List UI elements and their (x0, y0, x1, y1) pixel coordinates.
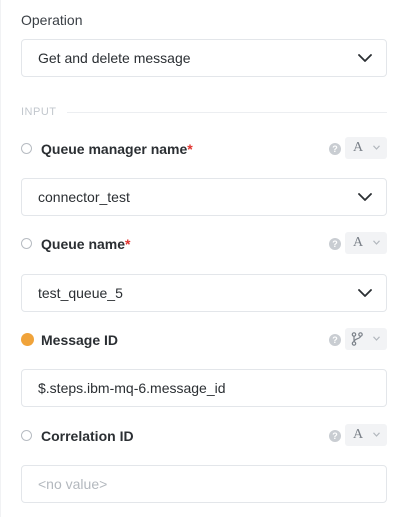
branch-icon (351, 332, 363, 346)
correlation-id-radio[interactable] (21, 430, 32, 441)
queue-name-select[interactable]: test_queue_5 (21, 274, 387, 312)
text-type-icon: A (353, 140, 364, 155)
queue-manager-radio[interactable] (21, 143, 32, 154)
required-asterisk: * (125, 236, 131, 252)
operation-label: Operation (21, 12, 83, 28)
queue-manager-type-selector[interactable]: A (345, 137, 387, 159)
text-type-icon: A (353, 235, 364, 250)
message-id-radio[interactable] (21, 333, 34, 346)
message-id-value: $.steps.ibm-mq-6.message_id (38, 380, 226, 396)
chevron-down-icon (358, 54, 372, 62)
required-asterisk: * (187, 141, 193, 157)
question-circle-icon[interactable]: ? (329, 143, 341, 155)
message-id-label: Message ID (41, 332, 119, 348)
queue-name-radio[interactable] (21, 238, 32, 249)
correlation-id-type-selector[interactable]: A (345, 424, 387, 446)
queue-name-label: Queue name* (41, 236, 131, 252)
queue-manager-select[interactable]: connector_test (21, 178, 387, 216)
chevron-down-icon (358, 289, 372, 297)
chevron-down-icon (373, 145, 380, 150)
message-id-type-selector[interactable] (345, 328, 387, 350)
chevron-down-icon (373, 240, 380, 245)
operation-select[interactable]: Get and delete message (21, 39, 387, 77)
correlation-id-label: Correlation ID (41, 428, 134, 444)
question-circle-icon[interactable]: ? (329, 430, 341, 442)
correlation-id-placeholder: <no value> (38, 476, 108, 492)
question-circle-icon[interactable]: ? (329, 238, 341, 250)
queue-manager-value: connector_test (38, 189, 130, 205)
chevron-down-icon (373, 432, 380, 437)
chevron-down-icon (358, 193, 372, 201)
chevron-down-icon (373, 336, 380, 341)
section-divider (67, 112, 387, 113)
correlation-id-field-header: Correlation ID ? A (21, 424, 387, 448)
question-circle-icon[interactable]: ? (329, 334, 341, 346)
panel-left-border (0, 0, 1, 517)
message-id-field-header: Message ID ? (21, 328, 387, 352)
queue-name-field-header: Queue name* ? A (21, 232, 387, 256)
operation-value: Get and delete message (38, 50, 191, 66)
queue-name-type-selector[interactable]: A (345, 232, 387, 254)
queue-name-value: test_queue_5 (38, 285, 123, 301)
input-section-title: INPUT (21, 106, 57, 118)
message-id-input[interactable]: $.steps.ibm-mq-6.message_id (21, 369, 387, 407)
queue-manager-field-header: Queue manager name* ? A (21, 137, 387, 161)
queue-manager-label: Queue manager name* (41, 141, 193, 157)
text-type-icon: A (353, 427, 364, 442)
correlation-id-input[interactable]: <no value> (21, 465, 387, 503)
